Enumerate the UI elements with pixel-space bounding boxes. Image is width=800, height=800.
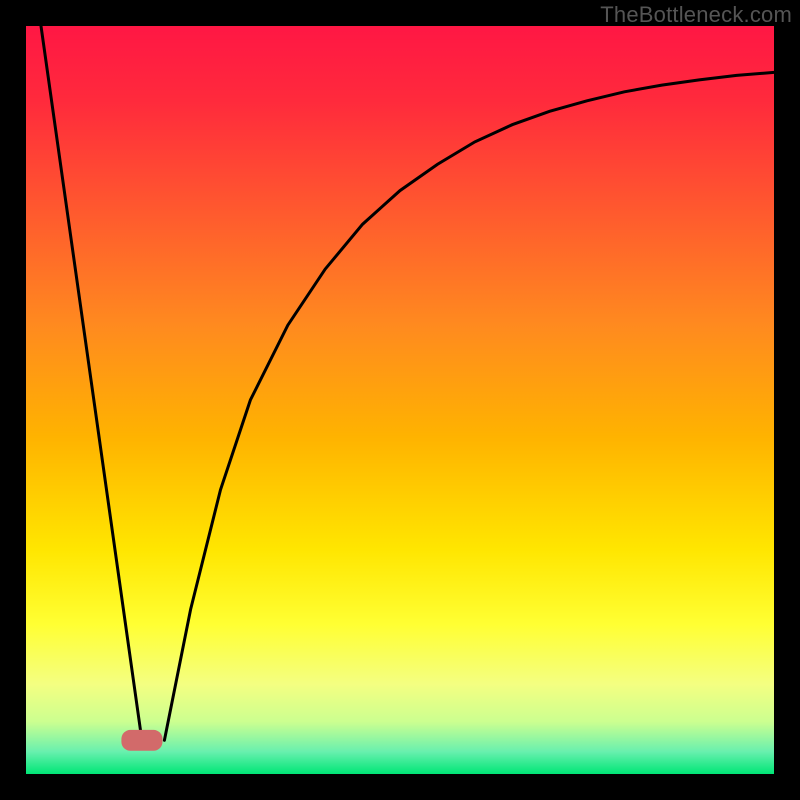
plot-area bbox=[26, 26, 774, 774]
outer-frame: TheBottleneck.com bbox=[0, 0, 800, 800]
chart-svg bbox=[26, 26, 774, 774]
watermark-text: TheBottleneck.com bbox=[600, 2, 792, 28]
optimal-marker bbox=[121, 730, 162, 751]
gradient-background bbox=[26, 26, 774, 774]
